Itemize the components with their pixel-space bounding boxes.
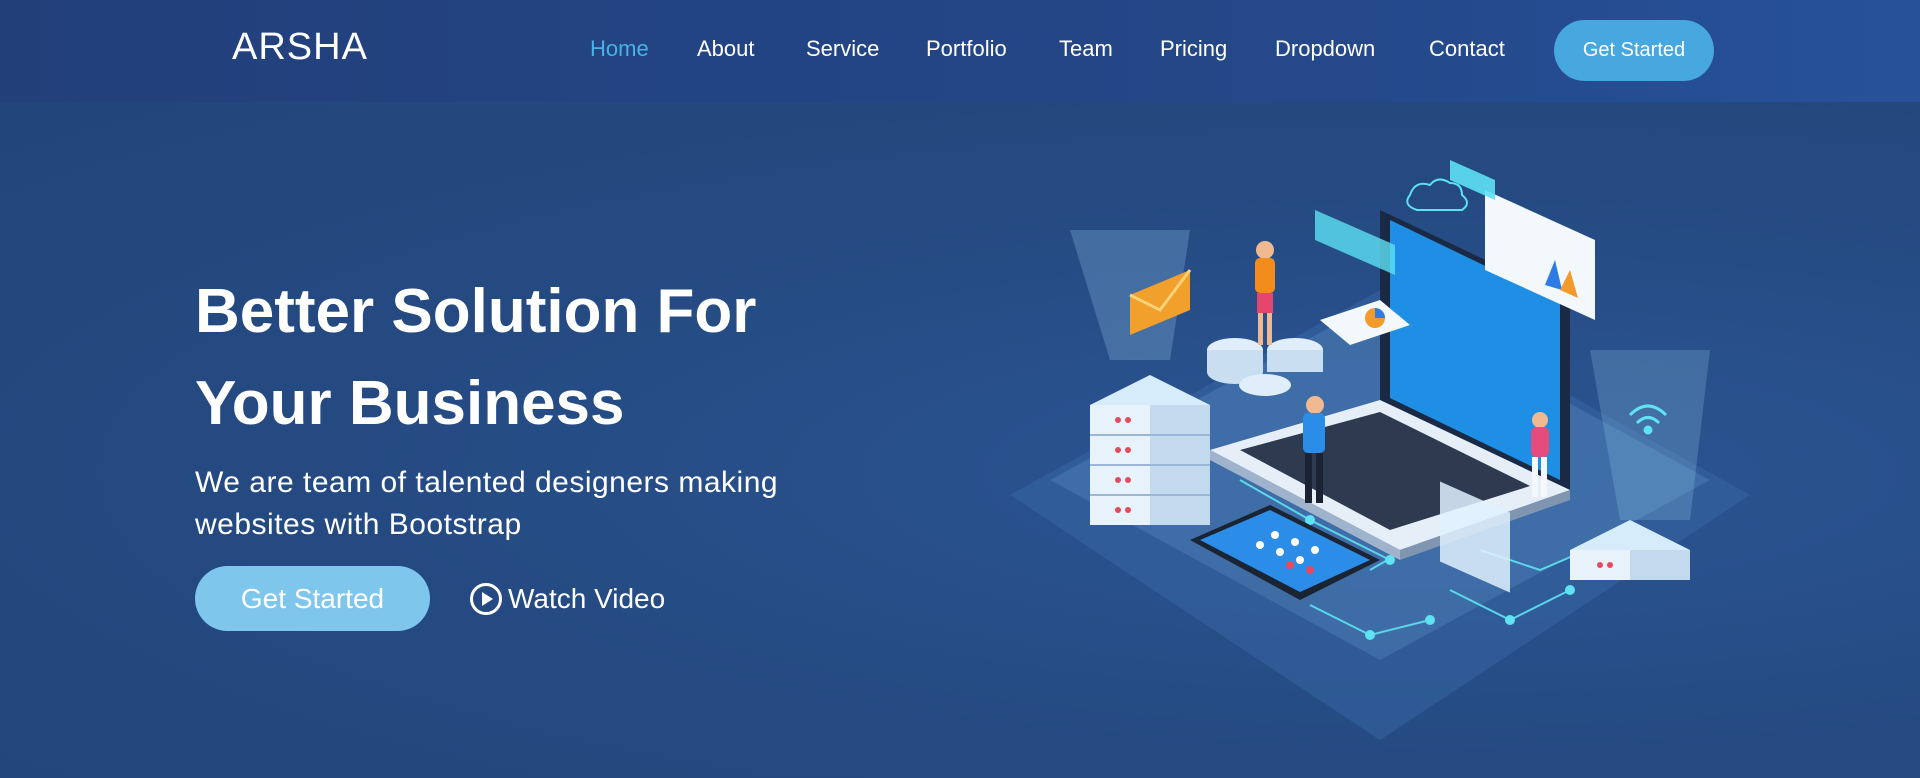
watch-video-link[interactable]: Watch Video bbox=[469, 579, 665, 619]
site-header: ARSHA Home About Service Portfolio Team … bbox=[0, 0, 1920, 102]
server-stack-left bbox=[1090, 375, 1210, 525]
hero-title-line1: Better Solution For bbox=[195, 277, 757, 346]
hero-get-started-button[interactable]: Get Started bbox=[195, 566, 430, 631]
nav-about[interactable]: About bbox=[697, 36, 755, 62]
hero-illustration bbox=[1010, 160, 1750, 740]
person-standing-top bbox=[1255, 241, 1275, 345]
hero-subtitle-line1: We are team of talented designers making bbox=[195, 466, 779, 499]
nav-pricing[interactable]: Pricing bbox=[1160, 36, 1227, 62]
cloud-icon bbox=[1406, 178, 1468, 211]
nav-dropdown[interactable]: Dropdown bbox=[1275, 36, 1375, 62]
logo[interactable]: ARSHA bbox=[232, 26, 368, 69]
nav-team[interactable]: Team bbox=[1059, 36, 1113, 62]
nav-home[interactable]: Home bbox=[590, 36, 649, 62]
hero-subtitle: We are team of talented designers making… bbox=[195, 462, 875, 546]
hero-subtitle-line2: websites with Bootstrap bbox=[195, 508, 522, 541]
hero-title-line2: Your Business bbox=[195, 369, 625, 438]
header-get-started-button[interactable]: Get Started bbox=[1554, 20, 1714, 81]
watch-video-label: Watch Video bbox=[508, 583, 666, 614]
nav-portfolio[interactable]: Portfolio bbox=[926, 36, 1007, 62]
nav-contact[interactable]: Contact bbox=[1429, 36, 1505, 62]
hero-title: Better Solution For Your Business bbox=[195, 266, 895, 450]
play-circle-icon bbox=[470, 583, 502, 615]
nav-service[interactable]: Service bbox=[806, 36, 879, 62]
floating-panel-2 bbox=[1450, 160, 1495, 200]
